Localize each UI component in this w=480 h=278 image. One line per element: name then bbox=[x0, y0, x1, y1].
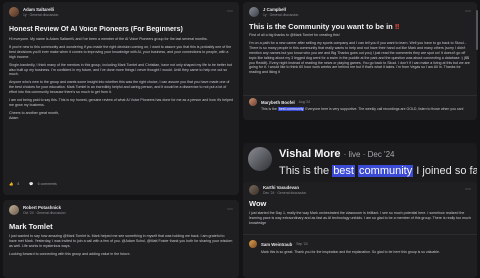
post-meta: 1y · General discussion bbox=[23, 13, 59, 17]
post-meta: Oct '24 · General discussion bbox=[23, 211, 66, 215]
comment-count[interactable]: 6 comments bbox=[38, 182, 57, 186]
scrollbar[interactable] bbox=[476, 10, 478, 50]
avatar[interactable] bbox=[249, 185, 259, 195]
text-segment: Everyone here is very supportive. The we… bbox=[304, 107, 464, 111]
more-options-icon[interactable]: ⋯ bbox=[465, 9, 471, 15]
avatar[interactable] bbox=[9, 7, 19, 17]
comment-header: Marybeth Boofel Aug '24 bbox=[249, 98, 471, 106]
avatar[interactable] bbox=[249, 98, 257, 106]
divider bbox=[243, 234, 477, 235]
post-card-community[interactable]: J Campbell 1y · General discussion ⋯ Thi… bbox=[243, 2, 477, 120]
comment-meta: Aug '24 bbox=[298, 100, 311, 104]
comment-text: Mark this is so great. Thank you for the… bbox=[261, 250, 440, 254]
post-card-honest-review[interactable]: Adam Saltarelli 1y · General discussion … bbox=[3, 2, 239, 195]
author-name[interactable]: Marybeth Boofel bbox=[261, 100, 295, 105]
post-title-text: This is the Community you want to be in bbox=[249, 22, 393, 31]
post-header: Karthi Vasudevan Dec '24 · General discu… bbox=[249, 185, 471, 195]
highlighted-text: best bbox=[332, 165, 355, 177]
comment: Marybeth Boofel Aug '24 This is the best… bbox=[249, 98, 471, 112]
post-title[interactable]: Mark Tomlet bbox=[9, 222, 233, 231]
paragraph: First of all a big thanks to @Mark Tomle… bbox=[249, 33, 340, 37]
post-body: Hi everyone. My name is Adam Saltarelli,… bbox=[9, 37, 233, 167]
comment: Sam Weintraub Sep '24 Mark this is so gr… bbox=[249, 240, 471, 255]
post-card-mark-tomlet[interactable]: Robert Potashnick Oct '24 · General disc… bbox=[3, 200, 239, 278]
highlighted-text: community bbox=[358, 165, 414, 177]
comment-meta: · live · Dec '24 bbox=[343, 150, 395, 159]
paragraph: Anyone who's new to the group and wants … bbox=[9, 80, 230, 95]
divider bbox=[243, 95, 477, 96]
paragraph: I'm on a path for a new career after sel… bbox=[249, 40, 470, 75]
post-meta: 1y · General discussion bbox=[263, 13, 299, 17]
post-card-wow[interactable]: Karthi Vasudevan Dec '24 · General discu… bbox=[243, 182, 477, 278]
post-title[interactable]: Wow bbox=[249, 199, 471, 208]
signature: Adam bbox=[9, 115, 19, 120]
comment-meta: Sep '24 bbox=[296, 242, 308, 246]
post-footer: 👍 8 💬 6 comments bbox=[9, 182, 57, 186]
paragraph: If you're new to this community and wond… bbox=[9, 44, 232, 59]
like-icon[interactable]: 👍 bbox=[9, 182, 13, 186]
paragraph: Single-handedly, I think many of the men… bbox=[9, 62, 233, 77]
paragraph: I just wanted to say how amazing @Mark T… bbox=[9, 234, 233, 248]
avatar[interactable] bbox=[249, 240, 257, 248]
post-header: J Campbell 1y · General discussion ⋯ bbox=[249, 7, 471, 17]
paragraph: Hi everyone. My name is Adam Saltarelli,… bbox=[9, 37, 208, 41]
post-title[interactable]: This is the Community you want to be in … bbox=[249, 22, 471, 31]
post-body: I just wanted to say how amazing @Mark T… bbox=[9, 234, 233, 278]
more-options-icon[interactable]: ⋯ bbox=[465, 187, 471, 193]
author-name[interactable]: Vishal More bbox=[279, 148, 341, 160]
paragraph: Looking forward to connecting with this … bbox=[9, 251, 131, 256]
post-body: First of all a big thanks to @Mark Tomle… bbox=[249, 33, 471, 93]
avatar[interactable] bbox=[249, 7, 259, 17]
paragraph: I am not being paid to say this. This is… bbox=[9, 98, 233, 107]
post-title[interactable]: Honest Review Of AI Voice Pioneers (For … bbox=[9, 26, 233, 33]
text-segment: I joined so far in my Life. bbox=[416, 165, 477, 177]
like-count: 8 bbox=[17, 182, 20, 186]
text-segment: This is the bbox=[279, 165, 333, 177]
more-options-icon[interactable]: ⋯ bbox=[227, 207, 233, 213]
post-header: Adam Saltarelli 1y · General discussion … bbox=[9, 7, 233, 17]
post-header: Robert Potashnick Oct '24 · General disc… bbox=[9, 205, 233, 215]
comment-header: Vishal More · live · Dec '24 bbox=[279, 148, 394, 160]
comment-text: This is the best community I joined so f… bbox=[279, 165, 477, 177]
author-name[interactable]: Karthi Vasudevan bbox=[263, 185, 306, 190]
comment-header: Sam Weintraub Sep '24 bbox=[249, 240, 471, 248]
highlighted-text: best community bbox=[277, 107, 305, 111]
double-exclamation-icon: ‼ bbox=[394, 22, 400, 31]
author-name[interactable]: Adam Saltarelli bbox=[23, 7, 58, 12]
more-options-icon[interactable]: ⋯ bbox=[227, 9, 233, 15]
avatar[interactable] bbox=[9, 205, 19, 215]
comment-text: This is the best community Everyone here… bbox=[249, 107, 471, 112]
author-name[interactable]: Robert Potashnick bbox=[23, 205, 65, 210]
author-name[interactable]: J Campbell bbox=[263, 7, 298, 12]
post-meta: Dec '24 · General discussion bbox=[263, 191, 307, 195]
post-body: I just started the Day 1, really the way… bbox=[249, 211, 471, 225]
comment-icon[interactable]: 💬 bbox=[29, 182, 33, 186]
avatar[interactable] bbox=[248, 147, 272, 171]
author-name[interactable]: Sam Weintraub bbox=[261, 242, 292, 247]
text-segment: This is the bbox=[261, 107, 278, 111]
